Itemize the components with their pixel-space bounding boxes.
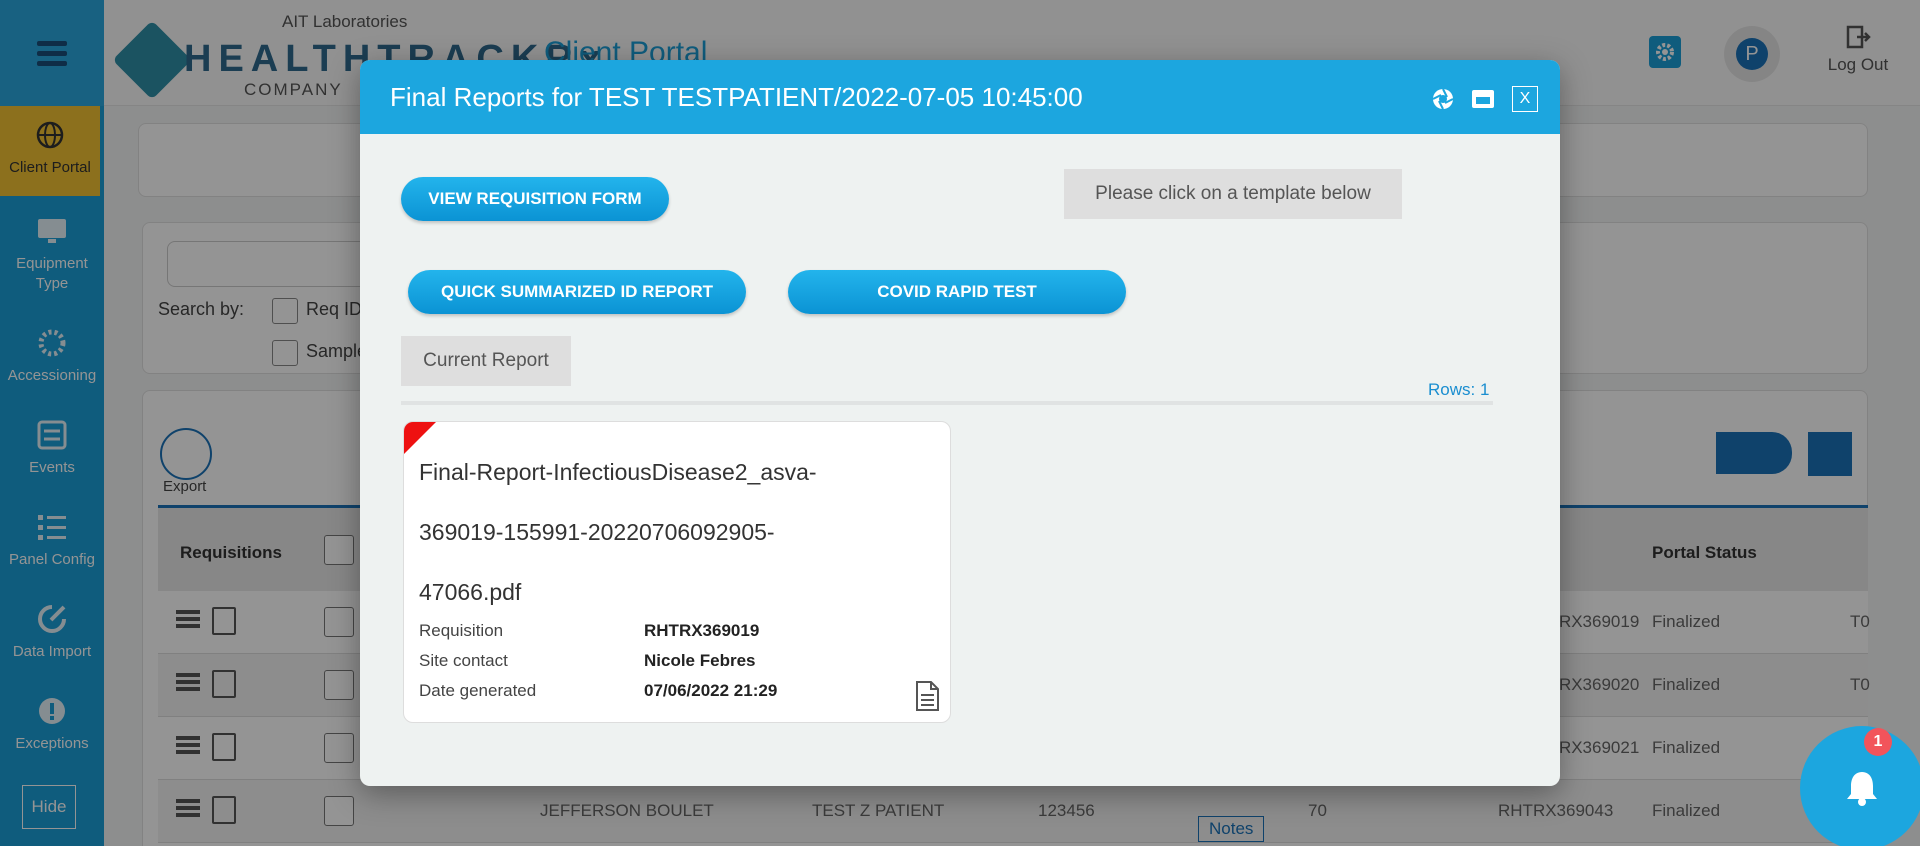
- report-file-name-line: 369019-155991-20220706092905-: [419, 519, 775, 545]
- notifications-button[interactable]: [1800, 726, 1920, 846]
- close-button[interactable]: X: [1512, 86, 1538, 112]
- template-quick-summarized-id-report-button[interactable]: QUICK SUMMARIZED ID REPORT: [408, 270, 746, 314]
- final-reports-modal: Final Reports for TEST TESTPATIENT/2022-…: [360, 60, 1560, 786]
- modal-title: Final Reports for TEST TESTPATIENT/2022-…: [390, 82, 1083, 112]
- report-card[interactable]: Final-Report-InfectiousDisease2_asva- 36…: [403, 421, 951, 723]
- bell-icon: [1847, 772, 1877, 806]
- divider: [401, 401, 1493, 405]
- view-requisition-form-button[interactable]: VIEW REQUISITION FORM: [401, 177, 669, 221]
- notification-count-badge: 1: [1864, 728, 1892, 756]
- camera-shutter-icon[interactable]: [1430, 86, 1456, 112]
- requisition-value: RHTRX369019: [644, 621, 760, 640]
- template-hint: Please click on a template below: [1064, 169, 1402, 219]
- file-document-icon[interactable]: [914, 681, 940, 711]
- date-generated-value: 07/06/2022 21:29: [644, 681, 778, 700]
- requisition-label: Requisition: [419, 621, 504, 640]
- report-file-name-line: 47066.pdf: [419, 579, 522, 605]
- report-file-name[interactable]: Final-Report-InfectiousDisease2_asva- 36…: [419, 442, 919, 622]
- date-generated-label: Date generated: [419, 681, 537, 700]
- current-report-label: Current Report: [401, 336, 571, 386]
- modal-header: Final Reports for TEST TESTPATIENT/2022-…: [360, 60, 1560, 134]
- maximize-icon[interactable]: [1470, 86, 1496, 112]
- template-covid-rapid-test-button[interactable]: COVID RAPID TEST: [788, 270, 1126, 314]
- site-contact-value: Nicole Febres: [644, 651, 756, 670]
- report-file-name-line: Final-Report-InfectiousDisease2_asva-: [419, 459, 817, 485]
- site-contact-label: Site contact: [419, 651, 508, 670]
- rows-count: Rows: 1: [1428, 380, 1490, 399]
